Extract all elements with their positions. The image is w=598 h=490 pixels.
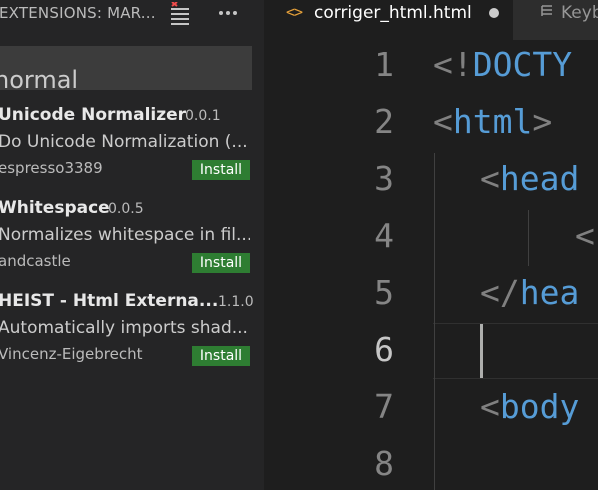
code-punctuation: <! [433, 45, 473, 84]
line-number: 7 [374, 387, 394, 426]
tab-keybindings[interactable]: Keybi [513, 0, 598, 40]
code-tag: DOCTY [472, 45, 573, 84]
code-punctuation: </ [480, 273, 520, 312]
code-punctuation: < [480, 387, 500, 426]
code-line[interactable]: </hea [480, 273, 579, 312]
extension-author: andcastle [0, 252, 71, 270]
code-line[interactable]: <body [480, 387, 579, 426]
sidebar-title: EXTENSIONS: MAR... [0, 4, 156, 22]
extensions-search-input[interactable] [0, 60, 252, 90]
line-number: 8 [374, 444, 394, 483]
code-tag: hea [519, 273, 580, 312]
code-tag: html [452, 102, 533, 141]
tab-label: Keybi [561, 3, 598, 23]
line-number-active: 6 [374, 330, 394, 369]
indent-guide [434, 153, 435, 490]
html-file-icon: <> [286, 3, 303, 21]
install-button[interactable]: Install [192, 160, 250, 180]
code-punctuation: < [575, 216, 595, 255]
extension-name: Unicode Normalizer [0, 105, 187, 125]
extension-version: 0.0.5 [108, 201, 144, 217]
keyboard-shortcuts-icon [541, 5, 552, 16]
code-line[interactable]: <!DOCTY [433, 45, 572, 84]
code-line[interactable]: <head [480, 159, 579, 198]
extension-version: 1.1.0 [218, 294, 254, 310]
extensions-sidebar: EXTENSIONS: MAR... Unicode Normalizer 0.… [0, 0, 264, 490]
unsaved-changes-icon[interactable] [489, 8, 499, 18]
extension-author: Vincenz-Eigebrecht [0, 345, 143, 363]
code-line[interactable]: <html> [433, 102, 552, 141]
install-button[interactable]: Install [192, 253, 250, 273]
sidebar-header: EXTENSIONS: MAR... [0, 0, 264, 34]
tab-corriger-html[interactable]: <> corriger_html.html [264, 0, 513, 40]
line-number: 4 [374, 216, 394, 255]
extension-name: Whitespace [0, 198, 110, 218]
install-button[interactable]: Install [192, 346, 250, 366]
extension-item[interactable]: HEIST - Html Externa... 1.1.0 Automatica… [0, 291, 264, 383]
current-line-highlight [433, 323, 598, 379]
code-punctuation: < [480, 159, 500, 198]
line-number: 5 [374, 273, 394, 312]
more-actions-icon[interactable] [216, 2, 240, 26]
text-cursor [480, 324, 483, 378]
extension-item[interactable]: Whitespace 0.0.5 Normalizes whitespace i… [0, 198, 264, 290]
line-number: 3 [374, 159, 394, 198]
editor-tab-bar: <> corriger_html.html Keybi [264, 0, 598, 40]
extension-name: HEIST - Html Externa... [0, 291, 219, 311]
code-punctuation: > [532, 102, 553, 141]
extensions-search-box[interactable] [0, 46, 252, 90]
code-punctuation: < [433, 102, 453, 141]
extension-author: espresso3389 [0, 159, 103, 177]
code-tag: head [499, 159, 580, 198]
clear-extensions-search-icon[interactable] [168, 2, 192, 26]
extension-version: 0.0.1 [185, 108, 221, 124]
tab-label: corriger_html.html [314, 3, 472, 23]
extension-item[interactable]: Unicode Normalizer 0.0.1 Do Unicode Norm… [0, 105, 264, 197]
line-number: 2 [374, 102, 394, 141]
extension-description: Do Unicode Normalization (... [0, 132, 248, 152]
code-tag: body [499, 387, 580, 426]
extension-description: Automatically imports shad... [0, 318, 248, 338]
extension-description: Normalizes whitespace in fil... [0, 225, 250, 245]
indent-guide [528, 210, 529, 266]
line-number: 1 [374, 45, 394, 84]
code-line[interactable]: < [575, 216, 595, 255]
